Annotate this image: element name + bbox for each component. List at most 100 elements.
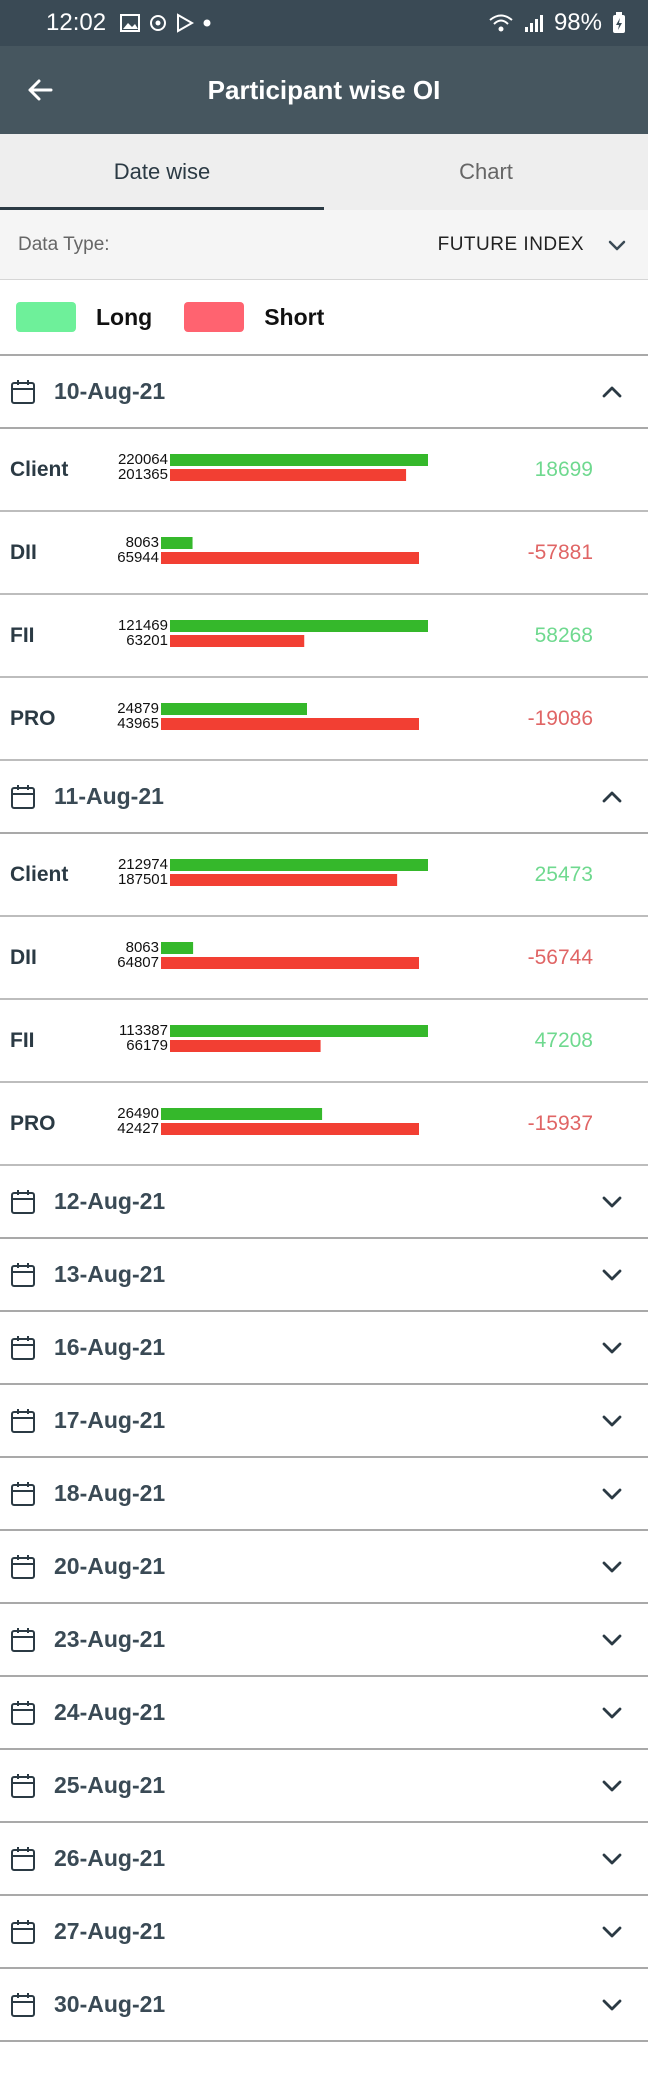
calendar-icon xyxy=(11,1846,35,1871)
short-bar xyxy=(170,874,398,886)
participant-row: DII 8063 64807 -56744 xyxy=(0,917,648,1000)
net-value: 18699 xyxy=(534,457,593,481)
sync-icon xyxy=(150,15,167,31)
participant-name: Client xyxy=(10,862,69,886)
date-header[interactable]: 16-Aug-21 xyxy=(0,1312,648,1385)
net-value: 47208 xyxy=(534,1028,593,1052)
short-bar xyxy=(161,957,419,969)
short-value: 201365 xyxy=(118,466,168,483)
data-type-label: Data Type: xyxy=(18,233,110,255)
calendar-icon xyxy=(11,379,35,404)
long-bar xyxy=(170,1025,428,1037)
calendar-icon xyxy=(11,1408,35,1433)
participant-name: FII xyxy=(10,623,35,647)
signal-icon xyxy=(524,15,543,32)
participant-name: FII xyxy=(10,1028,35,1052)
net-value: -57881 xyxy=(527,540,593,564)
participant-name: PRO xyxy=(10,1111,56,1135)
chevron-down-icon xyxy=(602,1853,622,1864)
calendar-icon xyxy=(11,1189,35,1214)
notification-icons xyxy=(120,13,212,33)
date-label: 24-Aug-21 xyxy=(54,1699,166,1725)
short-bar xyxy=(170,1040,321,1052)
long-bar xyxy=(170,620,428,632)
date-label: 10-Aug-21 xyxy=(54,378,166,404)
legend-short-swatch xyxy=(184,302,245,332)
calendar-icon xyxy=(11,1700,35,1725)
chevron-down-icon xyxy=(608,240,626,250)
back-button[interactable] xyxy=(0,46,80,134)
date-header[interactable]: 30-Aug-21 xyxy=(0,1969,648,2042)
date-label: 30-Aug-21 xyxy=(54,1991,166,2017)
battery-charging-icon xyxy=(613,12,625,33)
date-header[interactable]: 27-Aug-21 xyxy=(0,1896,648,1969)
date-header[interactable]: 23-Aug-21 xyxy=(0,1604,648,1677)
calendar-icon xyxy=(11,1773,35,1798)
oi-bar-chart: 12146963201 xyxy=(118,617,428,649)
date-label: 25-Aug-21 xyxy=(54,1772,166,1798)
short-bar xyxy=(170,635,305,647)
status-time: 12:02 xyxy=(46,9,107,36)
gallery-icon xyxy=(120,14,141,32)
tab-date-wise[interactable]: Date wise xyxy=(0,134,324,210)
short-value: 43965 xyxy=(117,715,159,732)
net-value: -19086 xyxy=(527,706,593,730)
date-label: 11-Aug-21 xyxy=(54,783,164,809)
date-header[interactable]: 10-Aug-21 xyxy=(0,356,648,429)
chevron-up-icon xyxy=(602,791,622,802)
calendar-icon xyxy=(11,1554,35,1579)
chevron-up-icon xyxy=(602,386,622,397)
short-value: 187501 xyxy=(118,871,168,888)
chevron-down-icon xyxy=(602,1780,622,1791)
data-type-selector[interactable]: Data Type: FUTURE INDEX xyxy=(0,210,648,280)
oi-bar-chart: 2487943965 xyxy=(117,700,419,732)
chevron-down-icon xyxy=(602,1196,622,1207)
net-value: -15937 xyxy=(527,1111,593,1135)
legend-short-label: Short xyxy=(264,303,325,330)
chevron-down-icon xyxy=(602,1707,622,1718)
net-value: 58268 xyxy=(534,623,593,647)
long-bar xyxy=(170,859,428,871)
date-header[interactable]: 11-Aug-21 xyxy=(0,761,648,834)
long-bar xyxy=(170,454,428,466)
date-label: 16-Aug-21 xyxy=(54,1334,166,1360)
long-bar xyxy=(161,703,307,715)
date-header[interactable]: 12-Aug-21 xyxy=(0,1166,648,1239)
net-value: 25473 xyxy=(534,862,593,886)
date-label: 12-Aug-21 xyxy=(54,1188,166,1214)
participant-name: DII xyxy=(10,945,37,969)
participant-name: Client xyxy=(10,457,69,481)
arrow-left-icon xyxy=(28,79,53,101)
date-header[interactable]: 20-Aug-21 xyxy=(0,1531,648,1604)
participant-row: PRO 24879 43965 -19086 xyxy=(0,678,648,761)
date-header[interactable]: 18-Aug-21 xyxy=(0,1458,648,1531)
date-header[interactable]: 17-Aug-21 xyxy=(0,1385,648,1458)
oi-bar-chart: 2649042427 xyxy=(117,1105,419,1137)
chevron-down-icon xyxy=(602,1634,622,1645)
tab-chart[interactable]: Chart xyxy=(324,134,648,210)
calendar-icon xyxy=(11,1992,35,2017)
dot-icon xyxy=(203,19,211,27)
long-bar xyxy=(161,942,194,954)
date-header[interactable]: 24-Aug-21 xyxy=(0,1677,648,1750)
short-value: 63201 xyxy=(126,632,168,649)
short-value: 42427 xyxy=(117,1120,159,1137)
calendar-icon xyxy=(11,1481,35,1506)
date-label: 26-Aug-21 xyxy=(54,1845,166,1871)
long-bar xyxy=(161,537,193,549)
long-bar xyxy=(161,1108,323,1120)
date-header[interactable]: 13-Aug-21 xyxy=(0,1239,648,1312)
date-label: 27-Aug-21 xyxy=(54,1918,166,1944)
participant-row: DII 8063 65944 -57881 xyxy=(0,512,648,595)
calendar-icon xyxy=(11,1919,35,1944)
date-header[interactable]: 26-Aug-21 xyxy=(0,1823,648,1896)
chevron-down-icon xyxy=(602,1999,622,2010)
short-value: 66179 xyxy=(126,1037,168,1054)
tab-bar: Date wise Chart xyxy=(0,134,648,210)
chevron-down-icon xyxy=(602,1342,622,1353)
short-bar xyxy=(170,469,407,481)
date-header[interactable]: 25-Aug-21 xyxy=(0,1750,648,1823)
chevron-down-icon xyxy=(602,1488,622,1499)
calendar-icon xyxy=(11,1262,35,1287)
date-label: 13-Aug-21 xyxy=(54,1261,166,1287)
